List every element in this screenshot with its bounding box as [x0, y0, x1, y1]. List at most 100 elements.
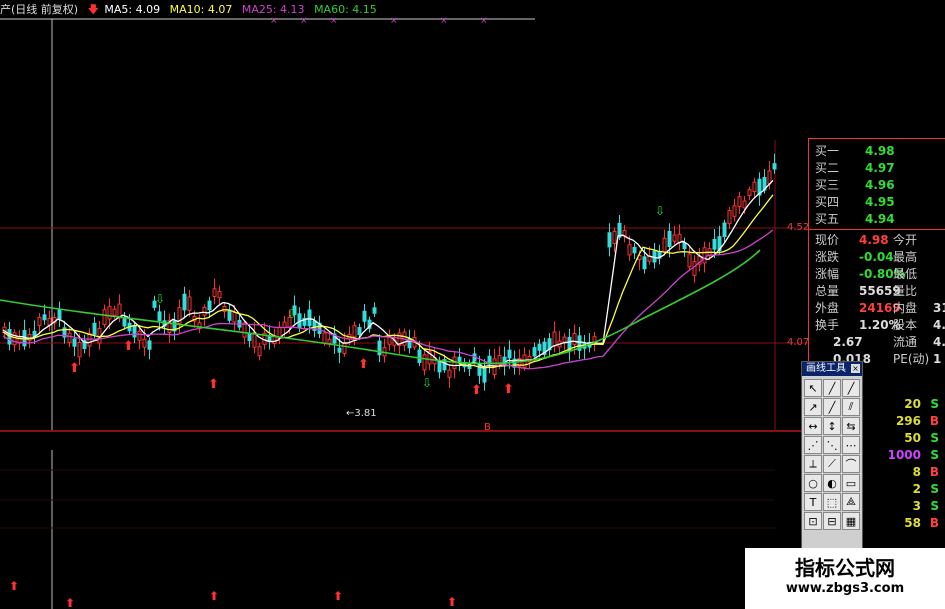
text-tool[interactable]: T — [804, 493, 822, 511]
stat-value: 2.67 — [833, 335, 863, 349]
candle-body — [77, 342, 82, 358]
candle-body — [572, 333, 577, 345]
stat-value-2: 31 — [933, 301, 945, 315]
stat-label: 外盘 — [815, 301, 840, 315]
buy-arrow-icon: ⬆ — [358, 357, 369, 372]
candle-body — [612, 230, 617, 245]
stat-row: 现价 4.98 今开 — [809, 232, 945, 249]
price-tick-mid: 4.07 — [787, 337, 810, 348]
box-tool[interactable]: ▭ — [842, 474, 860, 492]
candle-body — [767, 170, 772, 185]
sell-arrow-icon: ⇩ — [422, 376, 432, 390]
candle-body — [337, 347, 342, 353]
candle-body — [742, 200, 747, 209]
sell-mark-tool[interactable]: ⊟ — [823, 512, 841, 530]
ma60-label: MA60: 4.15 — [314, 3, 377, 16]
candle-body — [532, 347, 537, 357]
rect-tool[interactable]: ⬚ — [823, 493, 841, 511]
ray-tool[interactable]: ╱ — [842, 379, 860, 397]
gann-line-tool[interactable]: ⋱ — [823, 436, 841, 454]
candle-body — [662, 237, 667, 253]
candle-body — [372, 307, 377, 314]
tick-side: B — [929, 516, 939, 530]
fan-line-tool[interactable]: ⋰ — [804, 436, 822, 454]
cycle-line-tool[interactable]: ⟂ — [804, 455, 822, 473]
buy-arrow-icon: ⬆ — [447, 595, 457, 609]
buy-arrow-icon: ⬆ — [471, 383, 482, 398]
candle-body — [182, 293, 187, 311]
low-price-value: 3.81 — [354, 408, 377, 419]
stat-row: 总量 55659 量比 — [809, 283, 945, 300]
circle-tool[interactable]: ○ — [804, 474, 822, 492]
buy-arrow-icon: ⬆ — [69, 361, 80, 376]
parallel-line-tool[interactable]: ⫽ — [842, 398, 860, 416]
candle-body — [342, 342, 347, 354]
buy-arrow-icon: ⬆ — [208, 377, 219, 392]
channel-tool[interactable]: ⟁ — [842, 493, 860, 511]
buy-mark-tool[interactable]: ⊡ — [804, 512, 822, 530]
horizontal-line-tool[interactable]: ↔ — [804, 417, 822, 435]
tick-volume: 8 — [912, 465, 921, 479]
bid-row: 买五 4.94 — [809, 211, 945, 228]
candle-body — [687, 253, 692, 268]
candle-body — [37, 316, 42, 326]
tick-volume: 50 — [904, 431, 921, 445]
candle-body — [422, 354, 427, 371]
drawing-toolbox[interactable]: 画线工具 × ↖ ╱ ╱ ↗ ╱ ⫽ ↔ ↕ ⇆ ⋰ ⋱ ⋯ ⟂ ⟋ ⌒ ○ ◐ ▭ T ⬚ ⟁ ⊡ ⊟ ▦ — [801, 361, 863, 553]
candle-body — [692, 261, 697, 276]
tick-volume: 58 — [904, 516, 921, 530]
stat-label-2: 最低 — [893, 267, 918, 281]
stat-label-2: PE(动) — [893, 352, 930, 366]
buy-arrow-icon: ⬆ — [9, 579, 19, 593]
tick-side: B — [929, 414, 939, 428]
candle-body — [682, 242, 687, 250]
candle-body — [67, 332, 72, 343]
bid-price: 4.95 — [865, 195, 895, 209]
candle-body — [57, 309, 62, 320]
stat-label: 涨跌 — [815, 250, 840, 264]
extended-line-tool[interactable]: ╱ — [823, 398, 841, 416]
candle-body — [327, 338, 332, 344]
low-price-marker: ←3.81 — [346, 408, 377, 419]
line-segment-tool[interactable]: ╱ — [823, 379, 841, 397]
toolbox-title-bar[interactable]: 画线工具 × — [802, 362, 862, 376]
candle-body — [147, 340, 152, 350]
fibonacci-tool[interactable]: ⟋ — [823, 455, 841, 473]
stat-label-2: 最高 — [893, 250, 918, 264]
bid-row: 买二 4.97 — [809, 160, 945, 177]
candle-body — [377, 340, 382, 356]
candle-body — [702, 247, 707, 264]
erase-tool[interactable]: ▦ — [842, 512, 860, 530]
signal-x-mark: × — [440, 16, 448, 26]
candle-body — [212, 288, 217, 298]
stat-value-2: 1 — [933, 352, 942, 366]
candle-body — [137, 330, 142, 341]
candle-body — [677, 233, 682, 243]
tick-side: S — [930, 482, 939, 496]
chart-header: 产(日线 前复权) 🡇 MA5: 4.09 MA10: 4.07 MA25: 4… — [0, 2, 383, 18]
bid-price: 4.98 — [865, 144, 895, 158]
candle-body — [322, 332, 327, 344]
stat-label-2: 量比 — [893, 284, 918, 298]
candle-body — [772, 163, 777, 170]
vertical-line-tool[interactable]: ↕ — [823, 417, 841, 435]
candle-body — [102, 309, 107, 326]
arrow-line-tool[interactable]: ↗ — [804, 398, 822, 416]
stat-value-2: 4.6 — [933, 335, 945, 349]
candle-body — [187, 296, 192, 311]
candle-body — [257, 346, 262, 357]
close-icon[interactable]: × — [851, 364, 860, 373]
price-line-tool[interactable]: ⇆ — [842, 417, 860, 435]
ellipse-tool[interactable]: ◐ — [823, 474, 841, 492]
candle-body — [72, 338, 77, 347]
tick-volume: 1000 — [887, 448, 921, 462]
candle-body — [642, 256, 647, 270]
tick-side: S — [930, 397, 939, 411]
arc-tool[interactable]: ⌒ — [842, 455, 860, 473]
pointer-tool[interactable]: ↖ — [804, 379, 822, 397]
ma10-label: MA10: 4.07 — [169, 3, 233, 16]
candle-body — [627, 244, 632, 256]
buy-arrow-icon: ⬆ — [503, 382, 514, 397]
candle-body — [202, 306, 207, 316]
golden-section-tool[interactable]: ⋯ — [842, 436, 860, 454]
